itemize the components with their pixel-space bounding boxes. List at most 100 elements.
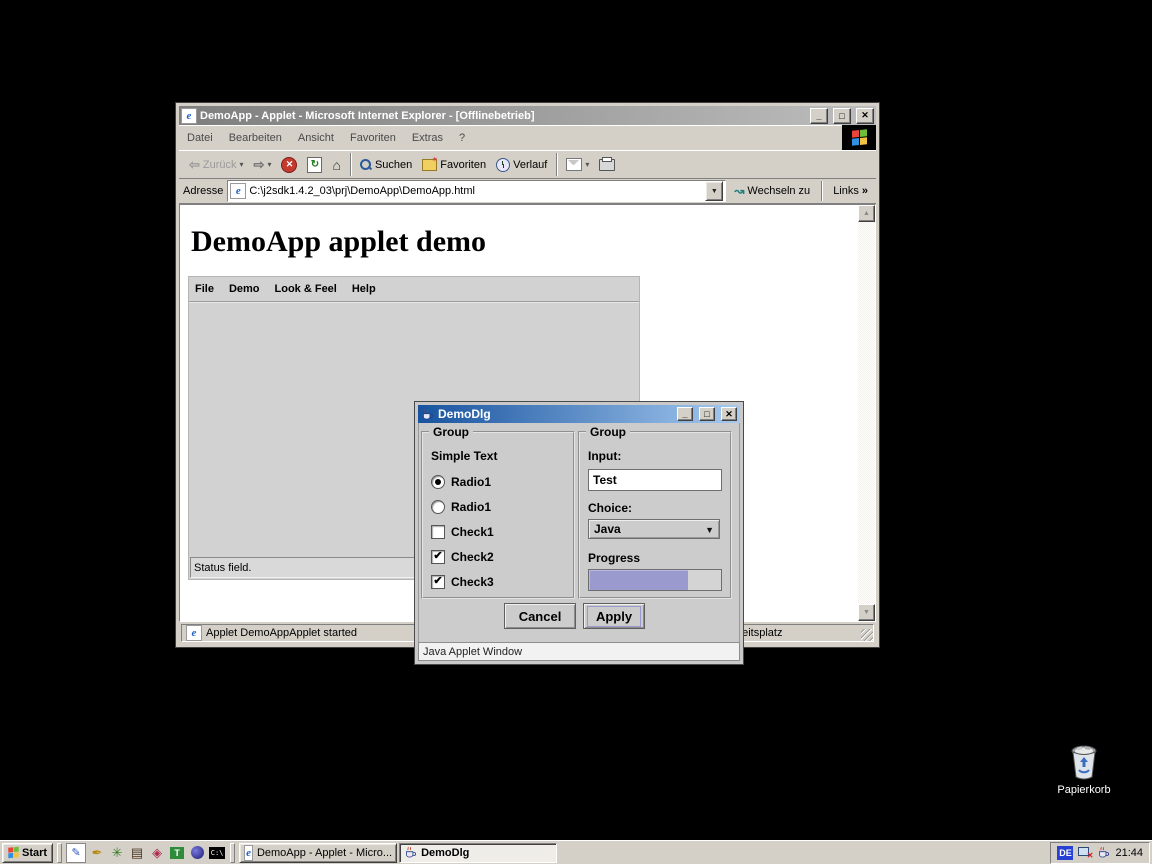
print-button[interactable] xyxy=(595,157,619,173)
address-input[interactable] xyxy=(249,183,702,199)
forward-arrow-icon: ⇨ xyxy=(254,158,265,171)
apply-button[interactable]: Apply xyxy=(583,603,645,629)
network-offline-icon[interactable] xyxy=(1078,847,1092,858)
quicklaunch-book-icon[interactable] xyxy=(128,844,146,862)
checkbox-icon[interactable] xyxy=(431,575,445,589)
taskbar: Start DemoApp - Applet - Micro... DemoDl… xyxy=(0,840,1152,864)
menu-bearbeiten[interactable]: Bearbeiten xyxy=(221,129,290,147)
check-option-1[interactable]: Check1 xyxy=(431,525,494,539)
history-label: Verlauf xyxy=(513,159,547,171)
menu-hilfe[interactable]: ? xyxy=(451,129,473,147)
dialog-close-button[interactable]: ✕ xyxy=(721,407,737,421)
menu-ansicht[interactable]: Ansicht xyxy=(290,129,342,147)
progress-label: Progress xyxy=(588,551,640,565)
radio-icon[interactable] xyxy=(431,500,445,514)
task-label: DemoDlg xyxy=(421,847,469,859)
forward-button[interactable]: ⇨ ▾ xyxy=(250,156,276,173)
input-label: Input: xyxy=(588,449,621,463)
quicklaunch-globe-icon[interactable] xyxy=(191,846,204,859)
quicklaunch-signature-icon[interactable] xyxy=(88,844,106,862)
maximize-button[interactable]: □ xyxy=(833,108,851,124)
back-dropdown-icon[interactable]: ▾ xyxy=(240,160,244,169)
back-label: Zurück xyxy=(203,159,237,171)
favorites-icon xyxy=(422,159,437,171)
text-input[interactable] xyxy=(589,470,721,490)
minimize-button[interactable]: _ xyxy=(810,108,828,124)
search-button[interactable]: Suchen xyxy=(356,157,416,173)
cancel-button[interactable]: Cancel xyxy=(504,603,576,629)
java-cup-icon xyxy=(421,408,434,421)
scroll-up-button[interactable]: ▲ xyxy=(858,205,875,222)
history-button[interactable]: Verlauf xyxy=(492,156,551,174)
mail-button[interactable]: ▾ xyxy=(562,156,593,173)
checkbox-icon[interactable] xyxy=(431,550,445,564)
right-group-label: Group xyxy=(586,425,630,439)
addressbar-separator xyxy=(821,181,822,201)
checkbox-label: Check3 xyxy=(451,575,494,589)
go-button[interactable]: ↝ Wechseln zu xyxy=(730,182,814,200)
address-dropdown-button[interactable] xyxy=(705,181,723,201)
print-icon xyxy=(599,159,615,171)
resize-grip[interactable] xyxy=(861,629,873,641)
dialog-minimize-button[interactable]: _ xyxy=(677,407,693,421)
checkbox-label: Check2 xyxy=(451,550,494,564)
favorites-button[interactable]: Favoriten xyxy=(418,157,490,173)
radio-option-1[interactable]: Radio1 xyxy=(431,475,491,489)
input-field-wrap xyxy=(588,469,722,491)
demodlg-titlebar[interactable]: DemoDlg _ □ ✕ xyxy=(418,405,740,423)
applet-menu-lookfeel[interactable]: Look & Feel xyxy=(275,283,337,295)
left-group-box: Group Simple Text Radio1 Radio1 Check1 xyxy=(421,431,575,599)
demodlg-title: DemoDlg xyxy=(438,407,671,421)
language-indicator[interactable]: DE xyxy=(1057,846,1073,860)
radio-label: Radio1 xyxy=(451,475,491,489)
chevron-down-icon xyxy=(705,522,714,536)
check-option-2[interactable]: Check2 xyxy=(431,550,494,564)
applet-menu-demo[interactable]: Demo xyxy=(229,283,260,295)
status-text: Applet DemoAppApplet started xyxy=(206,627,357,639)
dialog-maximize-button[interactable]: □ xyxy=(699,407,715,421)
toolbar-separator xyxy=(556,153,557,176)
page-title: DemoApp applet demo xyxy=(191,225,875,259)
vertical-scrollbar[interactable]: ▲ ▼ xyxy=(858,205,875,621)
search-icon xyxy=(360,159,372,171)
radio-label: Radio1 xyxy=(451,500,491,514)
menu-datei[interactable]: Datei xyxy=(179,129,221,147)
radio-icon[interactable] xyxy=(431,475,445,489)
task-button-demodlg[interactable]: DemoDlg xyxy=(399,843,557,863)
quicklaunch-bug-icon[interactable] xyxy=(108,844,126,862)
start-button[interactable]: Start xyxy=(2,843,53,863)
recycle-bin-label: Papierkorb xyxy=(1057,784,1110,796)
taskbar-grip[interactable] xyxy=(230,843,235,863)
refresh-button[interactable]: ↻ xyxy=(303,155,326,175)
demodlg-body: Group Simple Text Radio1 Radio1 Check1 xyxy=(418,423,740,661)
scroll-down-button[interactable]: ▼ xyxy=(858,604,875,621)
task-button-ie[interactable]: DemoApp - Applet - Micro... xyxy=(239,843,397,863)
forward-dropdown-icon[interactable]: ▾ xyxy=(267,160,271,169)
stop-button[interactable]: ✕ xyxy=(277,155,301,175)
links-label: Links xyxy=(833,185,859,197)
tray-java-icon[interactable] xyxy=(1097,846,1110,859)
links-button[interactable]: Links » xyxy=(829,183,872,199)
quicklaunch-compose-icon[interactable] xyxy=(66,843,86,863)
quicklaunch-command-prompt-icon[interactable] xyxy=(209,847,225,859)
close-button[interactable]: ✕ xyxy=(856,108,874,124)
back-button[interactable]: ⇦ Zurück ▾ xyxy=(185,156,248,173)
recycle-bin[interactable]: Papierkorb xyxy=(1055,744,1113,796)
choice-combobox[interactable]: Java xyxy=(588,519,720,539)
applet-menu-help[interactable]: Help xyxy=(352,283,376,295)
taskbar-grip[interactable] xyxy=(57,843,62,863)
ie-titlebar[interactable]: DemoApp - Applet - Microsoft Internet Ex… xyxy=(179,106,876,125)
checkbox-icon[interactable] xyxy=(431,525,445,539)
check-option-3[interactable]: Check3 xyxy=(431,575,494,589)
menu-extras[interactable]: Extras xyxy=(404,129,451,147)
menu-favoriten[interactable]: Favoriten xyxy=(342,129,404,147)
combobox-value: Java xyxy=(594,522,621,536)
left-group-label: Group xyxy=(429,425,473,439)
radio-option-2[interactable]: Radio1 xyxy=(431,500,491,514)
home-button[interactable]: ⌂ xyxy=(328,155,344,175)
quicklaunch-editor-icon[interactable] xyxy=(170,847,184,859)
apply-label: Apply xyxy=(587,606,641,627)
mail-dropdown-icon[interactable]: ▾ xyxy=(585,160,589,169)
applet-menu-file[interactable]: File xyxy=(195,283,214,295)
quicklaunch-media-icon[interactable] xyxy=(148,844,166,862)
